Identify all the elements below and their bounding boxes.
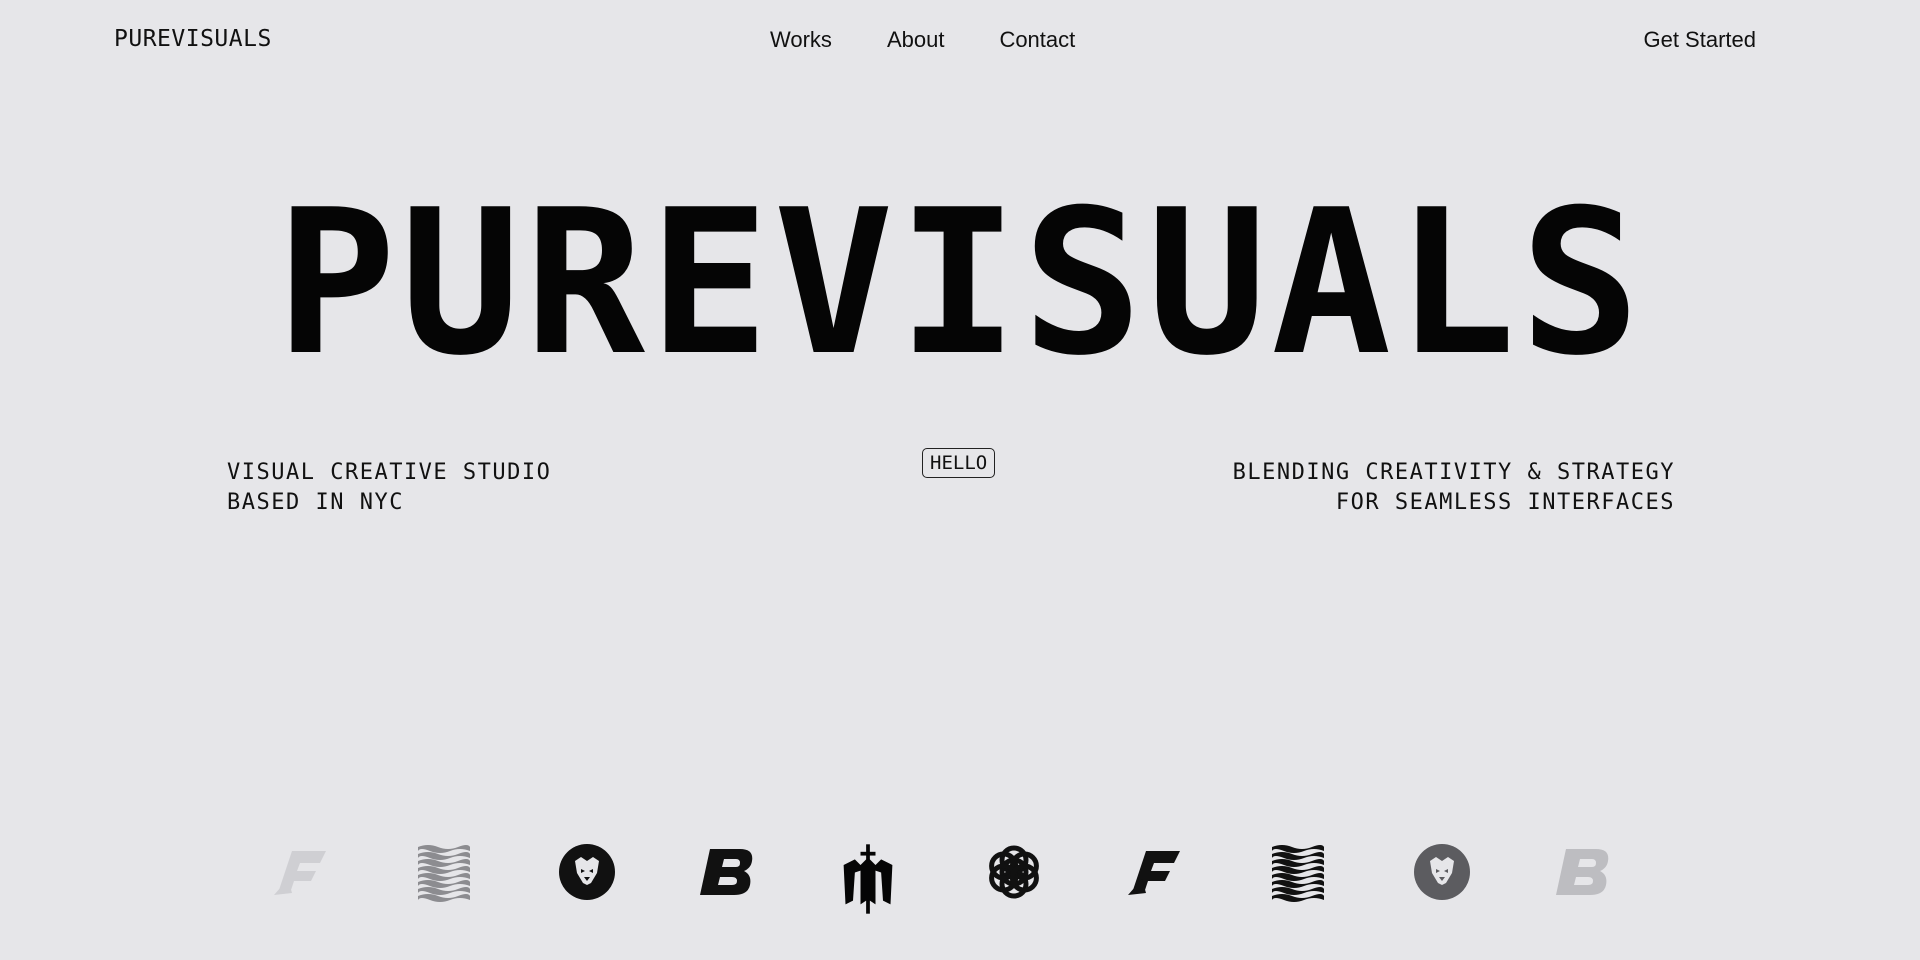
client-logo-strip xyxy=(270,835,1610,935)
b-monogram-icon xyxy=(1552,835,1616,909)
gothic-m-sword-icon xyxy=(838,831,898,927)
wave-pattern-icon xyxy=(1266,835,1330,909)
f-monogram-icon xyxy=(1124,835,1188,909)
b-monogram-icon xyxy=(696,835,760,909)
hello-badge: HELLO xyxy=(922,448,996,478)
nav-brand[interactable]: PUREVISUALS xyxy=(114,26,272,52)
wave-pattern-icon xyxy=(412,835,476,909)
nav-link-works[interactable]: Works xyxy=(770,27,832,53)
lion-badge-icon xyxy=(555,835,619,909)
flower-of-life-icon xyxy=(982,835,1046,909)
f-monogram-icon xyxy=(270,835,334,909)
nav-link-contact[interactable]: Contact xyxy=(999,27,1075,53)
tagline-right: BLENDING CREATIVITY & STRATEGY FOR SEAML… xyxy=(1232,460,1675,515)
tagline-left: VISUAL CREATIVE STUDIO BASED IN NYC xyxy=(227,460,552,515)
nav-link-about[interactable]: About xyxy=(887,27,945,53)
hero-title: PUREVISUALS xyxy=(275,167,1645,400)
get-started-button[interactable]: Get Started xyxy=(1643,27,1756,53)
lion-badge-icon xyxy=(1410,835,1474,909)
nav-menu: Works About Contact xyxy=(770,27,1075,53)
